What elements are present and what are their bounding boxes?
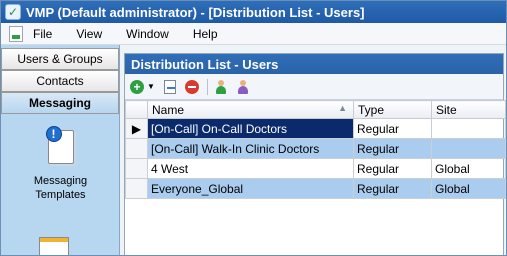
- cell-type[interactable]: Regular: [353, 138, 432, 159]
- sidebar: Users & Groups Contacts Messaging ! Mess…: [1, 45, 120, 255]
- distribution-list-table: Name ▲ Type Site ▶ [On-Call] On-Call Doct…: [125, 100, 506, 199]
- table-row[interactable]: [On-Call] Walk-In Clinic Doctors Regular: [125, 138, 506, 159]
- sidebar-button-users-groups[interactable]: Users & Groups: [1, 48, 119, 70]
- messaging-templates-label: Messaging Templates: [33, 175, 88, 201]
- menu-window[interactable]: Window: [126, 27, 169, 41]
- edit-icon: [163, 79, 176, 94]
- cell-site[interactable]: Global: [431, 158, 506, 179]
- distribution-list-panel: Distribution List - Users + ▼ Name ▲ Type: [124, 53, 506, 255]
- sidebar-button-messaging[interactable]: Messaging: [1, 92, 119, 114]
- column-header-type[interactable]: Type: [353, 100, 432, 119]
- delete-icon: [184, 79, 199, 94]
- edit-button[interactable]: [161, 78, 179, 96]
- toolbar-divider: [206, 78, 208, 95]
- cell-site[interactable]: [431, 138, 506, 159]
- add-group-button[interactable]: [234, 78, 252, 96]
- cell-site[interactable]: Global: [431, 178, 506, 199]
- menu-file[interactable]: File: [33, 27, 52, 41]
- document-icon: [9, 25, 23, 42]
- table-row[interactable]: ▶ [On-Call] On-Call Doctors Regular: [125, 118, 506, 139]
- cell-name[interactable]: [On-Call] Walk-In Clinic Doctors: [147, 138, 354, 159]
- window-title: VMP (Default administrator) - [Distribut…: [26, 4, 365, 20]
- app-icon: ✓: [5, 4, 21, 20]
- add-button[interactable]: +: [128, 78, 146, 96]
- current-row-indicator-icon: ▶: [125, 118, 148, 139]
- calendar-icon[interactable]: [39, 237, 69, 255]
- column-header-name[interactable]: Name ▲: [147, 100, 354, 119]
- row-header-corner: [125, 100, 148, 119]
- add-user-button[interactable]: [212, 78, 230, 96]
- group-icon: [236, 79, 250, 94]
- sort-ascending-icon: ▲: [338, 102, 347, 113]
- toolbar: + ▼: [125, 74, 503, 100]
- table-row[interactable]: Everyone_Global Regular Global: [125, 178, 506, 199]
- menu-help[interactable]: Help: [193, 27, 218, 41]
- title-bar[interactable]: ✓ VMP (Default administrator) - [Distrib…: [1, 1, 506, 23]
- cell-type[interactable]: Regular: [353, 118, 432, 139]
- app-window: ✓ VMP (Default administrator) - [Distrib…: [0, 0, 507, 256]
- cell-site[interactable]: [431, 118, 506, 139]
- cell-type[interactable]: Regular: [353, 178, 432, 199]
- cell-name[interactable]: Everyone_Global: [147, 178, 354, 199]
- panel-header: Distribution List - Users: [125, 54, 503, 74]
- menu-bar: File View Window Help: [1, 23, 506, 45]
- sidebar-button-contacts[interactable]: Contacts: [1, 70, 119, 92]
- cell-type[interactable]: Regular: [353, 158, 432, 179]
- user-icon: [214, 79, 228, 94]
- messaging-templates-icon: !: [45, 126, 76, 166]
- row-header[interactable]: [125, 158, 148, 179]
- row-header[interactable]: [125, 178, 148, 199]
- column-header-site[interactable]: Site: [431, 100, 506, 119]
- messaging-templates-tile[interactable]: ! Messaging Templates: [1, 124, 120, 224]
- add-dropdown-arrow-icon[interactable]: ▼: [147, 82, 155, 91]
- cell-name[interactable]: 4 West: [147, 158, 354, 179]
- add-icon: +: [130, 79, 144, 94]
- row-header[interactable]: [125, 138, 148, 159]
- delete-button[interactable]: [183, 78, 201, 96]
- table-row[interactable]: 4 West Regular Global: [125, 158, 506, 179]
- menu-view[interactable]: View: [76, 27, 102, 41]
- cell-name[interactable]: [On-Call] On-Call Doctors: [147, 118, 354, 139]
